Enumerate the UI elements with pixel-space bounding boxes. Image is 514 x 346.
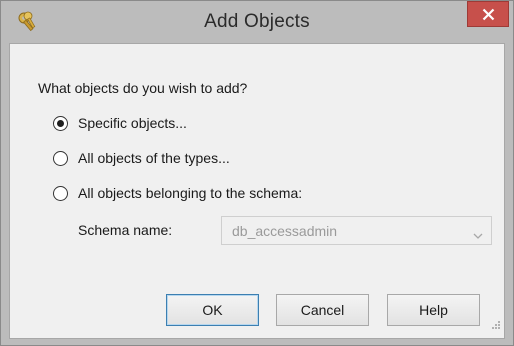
title-bar[interactable]: Add Objects [1,1,513,43]
radio-specific-objects[interactable]: Specific objects... [53,113,187,133]
radio-label: All objects of the types... [78,150,230,166]
resize-grip-icon[interactable] [491,317,501,335]
close-icon [482,8,495,21]
radio-label: Specific objects... [78,115,187,131]
schema-name-dropdown[interactable]: db_accessadmin [221,216,492,245]
dialog-body: What objects do you wish to add? Specifi… [9,43,505,339]
radio-button-checked[interactable] [53,115,68,131]
help-button[interactable]: Help [387,294,480,326]
prompt-label: What objects do you wish to add? [38,80,248,96]
ok-button[interactable]: OK [166,294,259,326]
radio-all-objects-in-schema[interactable]: All objects belonging to the schema: [53,183,302,203]
schema-name-value: db_accessadmin [232,223,338,239]
radio-all-objects-of-types[interactable]: All objects of the types... [53,148,230,168]
radio-button[interactable] [53,185,68,201]
window-title: Add Objects [204,11,310,32]
add-objects-dialog: Add Objects What objects do you wish to … [0,0,514,346]
cancel-button[interactable]: Cancel [276,294,369,326]
radio-button[interactable] [53,150,68,166]
close-button[interactable] [467,1,509,27]
schema-name-label: Schema name: [78,222,173,238]
chevron-down-icon [473,227,483,245]
radio-label: All objects belonging to the schema: [78,185,303,201]
